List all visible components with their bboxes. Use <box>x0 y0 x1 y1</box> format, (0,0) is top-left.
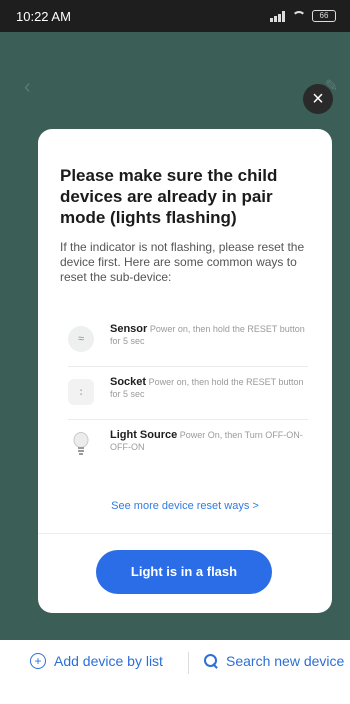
search-new-device-button[interactable]: Search new device <box>204 653 344 669</box>
reset-item-name: Socket <box>110 376 147 388</box>
back-icon: ‹ <box>24 76 31 98</box>
status-time: 10:22 AM <box>16 8 71 24</box>
divider <box>68 419 308 420</box>
modal-title: Please make sure the child devices are a… <box>60 166 278 227</box>
pairing-instructions-modal: Please make sure the child devices are a… <box>38 129 332 613</box>
close-button[interactable]: × <box>303 84 333 114</box>
status-bar: 10:22 AM 66 <box>0 0 350 32</box>
reset-item-light-source: Light Source Power On, then Turn OFF-ON-… <box>68 429 308 471</box>
more-reset-ways-link[interactable]: See more device reset ways > <box>38 500 332 512</box>
reset-item-text: Sensor Power on, then hold the RESET but… <box>110 323 306 347</box>
add-device-label: Add device by list <box>54 653 163 669</box>
bulb-icon <box>68 432 94 458</box>
socket-icon: ∶ <box>68 379 94 405</box>
signal-icon <box>270 10 286 22</box>
search-device-label: Search new device <box>226 653 345 669</box>
bottom-bar: + Add device by list Search new device <box>0 640 350 704</box>
add-device-by-list-button[interactable]: + Add device by list <box>30 653 163 669</box>
divider <box>68 366 308 367</box>
reset-item-name: Light Source <box>110 429 178 441</box>
status-icons: 66 <box>270 10 336 22</box>
plus-circle-icon: + <box>30 653 46 669</box>
reset-item-text: Socket Power on, then hold the RESET but… <box>110 376 306 400</box>
modal-separator <box>38 533 332 534</box>
battery-icon: 66 <box>312 10 336 22</box>
search-icon <box>204 654 218 668</box>
divider <box>188 652 189 674</box>
sensor-icon: ≈ <box>68 326 94 352</box>
reset-item-text: Light Source Power On, then Turn OFF-ON-… <box>110 429 306 453</box>
reset-item-name: Sensor <box>110 323 148 335</box>
reset-item-socket: ∶ Socket Power on, then hold the RESET b… <box>68 376 308 418</box>
reset-item-sensor: ≈ Sensor Power on, then hold the RESET b… <box>68 323 308 365</box>
wifi-icon <box>292 11 306 21</box>
modal-description: If the indicator is not flashing, please… <box>60 240 305 284</box>
light-is-flashing-button[interactable]: Light is in a flash <box>96 550 272 594</box>
